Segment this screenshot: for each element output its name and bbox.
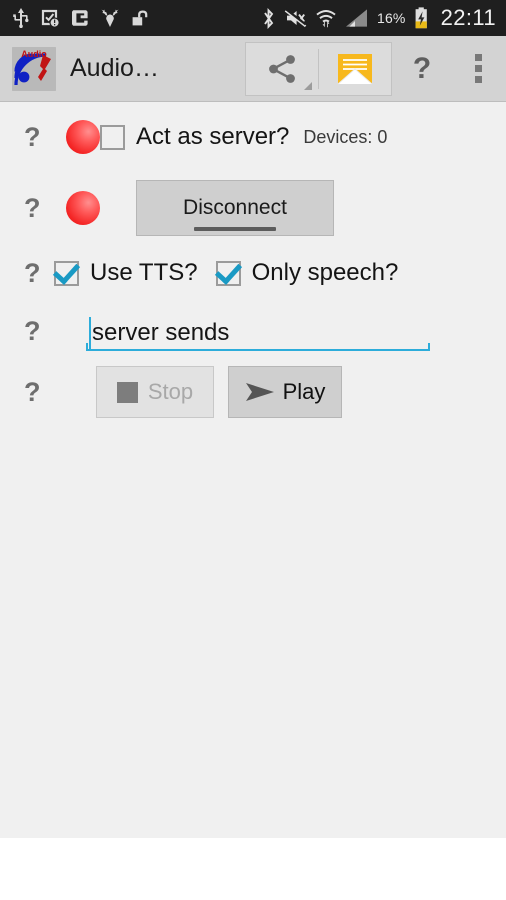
act-as-server-label: Act as server? [136, 123, 290, 150]
share-dropdown-indicator-icon [304, 81, 312, 90]
overflow-menu-icon [474, 54, 482, 83]
bluetooth-icon [261, 7, 276, 29]
page-title: Audio… [70, 54, 159, 82]
play-button[interactable]: Play [228, 366, 342, 418]
status-bar-left-icons [12, 8, 150, 29]
help-icon-server[interactable]: ? [24, 123, 54, 151]
share-button[interactable] [246, 43, 318, 95]
row-tts-options: ? Use TTS? Only speech? [0, 244, 506, 302]
battery-percent-label: 16% [376, 10, 406, 26]
help-icon-transport[interactable]: ? [24, 378, 54, 406]
help-question-mark-icon: ? [412, 51, 432, 85]
bottom-white-area [0, 838, 506, 900]
status-bar-clock: 22:11 [440, 5, 496, 30]
disconnect-button-label: Disconnect [183, 196, 287, 219]
act-as-server-checkbox[interactable] [100, 124, 125, 150]
play-send-icon [245, 381, 275, 403]
row-transport-controls: ? Stop Play [0, 360, 506, 424]
message-input-underline [86, 343, 430, 351]
svg-text:Audio: Audio [21, 49, 47, 59]
audio-app-icon[interactable]: Audio [12, 46, 56, 91]
text-caret [89, 317, 91, 349]
help-icon-connection[interactable]: ? [24, 194, 54, 222]
connection-led-red [66, 191, 100, 225]
row-connection: ? Disconnect [0, 172, 506, 244]
app-update-alert-icon [41, 9, 60, 28]
only-speech-checkbox[interactable] [215, 260, 241, 286]
status-led-red [66, 120, 100, 154]
main-content: ? Act as server? Devices: 0 ? Disconnect… [0, 102, 506, 900]
status-bar[interactable]: 16% 22:11 [0, 0, 506, 36]
mute-vibrate-icon [284, 7, 307, 28]
unlocked-padlock-icon [131, 9, 150, 28]
gameloft-g-icon [71, 9, 89, 27]
stop-square-icon [116, 381, 138, 403]
message-input[interactable]: server sends [86, 311, 430, 351]
message-input-value: server sends [92, 319, 230, 346]
stop-button[interactable]: Stop [96, 366, 214, 418]
stop-button-label: Stop [147, 379, 194, 404]
action-bar: Audio Audio… ? [0, 36, 506, 102]
row-act-as-server: ? Act as server? Devices: 0 [0, 102, 506, 172]
help-icon-tts[interactable]: ? [24, 259, 54, 287]
play-button-label: Play [282, 379, 326, 404]
cell-signal-icon [345, 8, 369, 28]
help-button[interactable]: ? [394, 41, 450, 97]
deer-head-icon [100, 8, 120, 28]
battery-charging-icon [414, 7, 429, 29]
action-bar-button-group [245, 41, 392, 96]
row-message-input: ? server sends [0, 302, 506, 360]
wifi-icon [315, 8, 337, 28]
devices-count-label: Devices: 0 [303, 126, 388, 147]
email-button[interactable] [319, 43, 391, 95]
overflow-menu-button[interactable] [450, 41, 506, 97]
use-tts-label: Use TTS? [90, 259, 198, 286]
status-bar-right-icons: 16% 22:11 [261, 7, 496, 29]
help-icon-message[interactable]: ? [24, 317, 54, 345]
only-speech-label: Only speech? [251, 259, 399, 286]
use-tts-checkbox[interactable] [54, 260, 79, 286]
usb-icon [12, 8, 30, 29]
disconnect-button[interactable]: Disconnect [136, 180, 334, 236]
